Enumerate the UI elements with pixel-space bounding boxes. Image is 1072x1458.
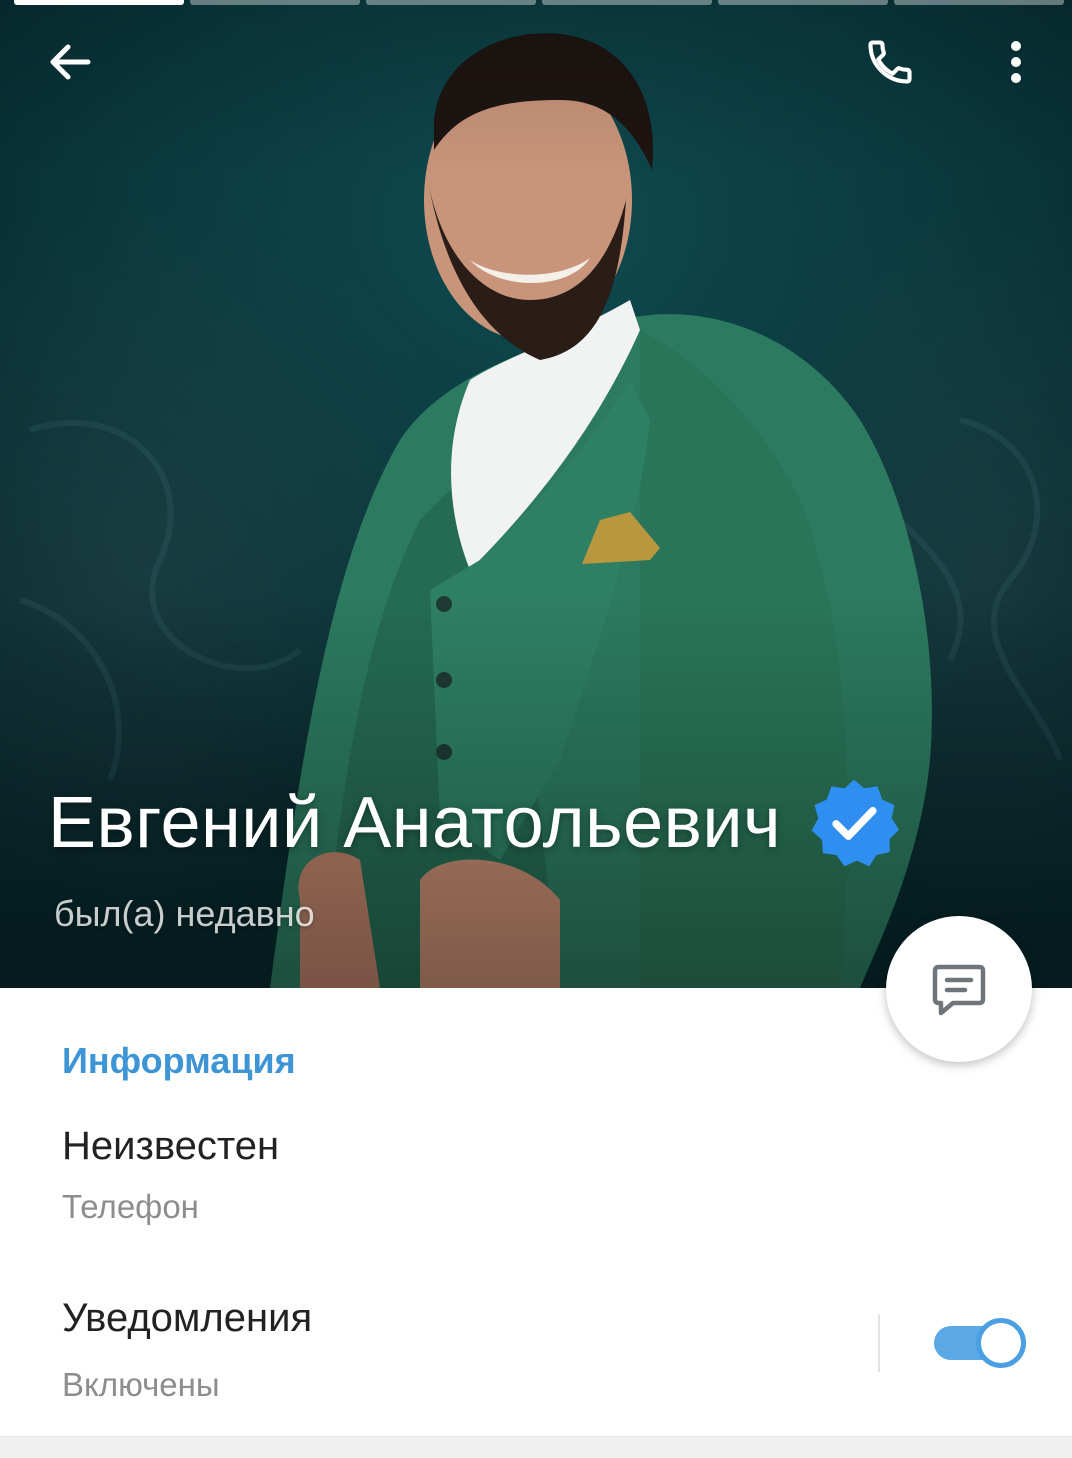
story-segment[interactable] (14, 0, 184, 5)
profile-name-row: Евгений Анатольевич (48, 776, 901, 870)
story-progress (14, 0, 1064, 6)
call-button[interactable] (854, 26, 926, 98)
divider (878, 1314, 880, 1372)
section-separator (0, 1436, 1072, 1458)
phone-icon (868, 40, 912, 84)
send-message-button[interactable] (886, 916, 1032, 1062)
profile-name: Евгений Анатольевич (48, 783, 782, 863)
verified-badge-icon (811, 779, 900, 867)
arrow-left-icon (50, 44, 91, 80)
notifications-state: Включены (62, 1366, 220, 1403)
story-segment[interactable] (542, 0, 712, 5)
more-button[interactable] (980, 26, 1052, 98)
back-button[interactable] (34, 26, 106, 98)
story-segment[interactable] (718, 0, 888, 5)
story-segment[interactable] (366, 0, 536, 5)
message-icon (932, 964, 986, 1016)
info-section-title: Информация (62, 1040, 296, 1081)
notifications-toggle[interactable] (934, 1318, 1026, 1368)
notifications-title[interactable]: Уведомления (62, 1296, 312, 1341)
story-segment[interactable] (190, 0, 360, 5)
profile-photo[interactable]: Евгений Анатольевич был(а) недавно (0, 0, 1072, 988)
story-segment[interactable] (894, 0, 1064, 5)
toggle-knob (976, 1318, 1026, 1368)
phone-value[interactable]: Неизвестен (62, 1124, 279, 1169)
more-vertical-icon (1011, 41, 1021, 83)
last-seen-status: был(а) недавно (54, 893, 315, 934)
phone-label: Телефон (62, 1188, 199, 1225)
